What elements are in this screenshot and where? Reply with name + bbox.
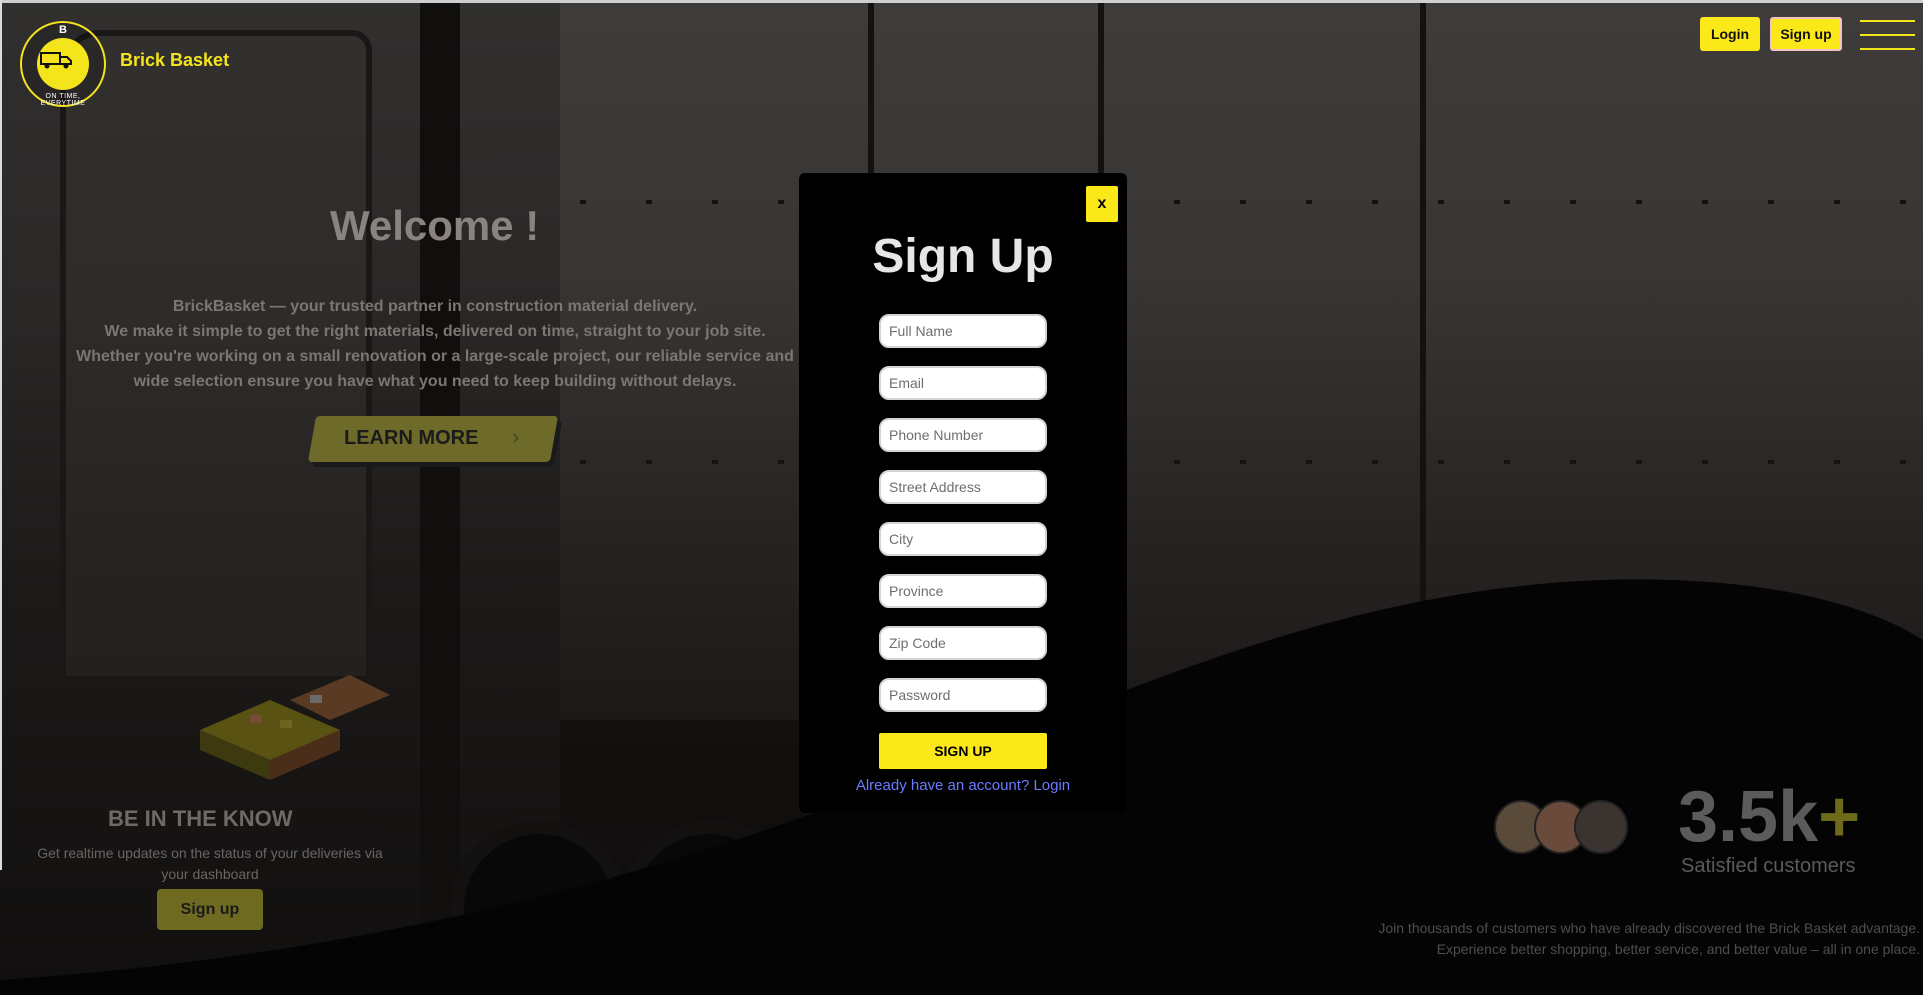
hamburger-menu-icon[interactable] xyxy=(1860,18,1915,52)
zip-code-input[interactable] xyxy=(879,626,1047,660)
hero-description: BrickBasket — your trusted partner in co… xyxy=(20,294,850,394)
signup-modal: x Sign Up SIGN UP Already have an accoun… xyxy=(799,173,1127,813)
close-button[interactable]: x xyxy=(1086,186,1118,222)
login-link[interactable]: Already have an account? Login xyxy=(799,777,1127,794)
hero-line: Whether you're working on a small renova… xyxy=(76,348,794,365)
join-text: Join thousands of customers who have alr… xyxy=(1330,918,1920,960)
hero-title: Welcome ! xyxy=(330,202,540,249)
customers-label: Satisfied customers xyxy=(1681,855,1856,877)
hero-line: wide selection ensure you have what you … xyxy=(133,373,737,390)
join-line: Experience better shopping, better servi… xyxy=(1436,941,1920,957)
brand-logo[interactable]: B ON TIME, EVERYTIME xyxy=(20,21,106,107)
logo-letter: B xyxy=(59,24,67,36)
menu-line xyxy=(1860,34,1915,36)
join-line: Join thousands of customers who have alr… xyxy=(1378,920,1920,936)
menu-line xyxy=(1860,20,1915,22)
know-signup-button[interactable]: Sign up xyxy=(157,889,263,930)
hero-line: BrickBasket — your trusted partner in co… xyxy=(172,298,698,315)
dashboard-illustration xyxy=(200,675,390,780)
browser-top-edge xyxy=(0,0,1923,3)
know-title: BE IN THE KNOW xyxy=(108,806,293,831)
phone-input[interactable] xyxy=(879,418,1047,452)
avatar xyxy=(1574,800,1628,854)
header-signup-button[interactable]: Sign up xyxy=(1770,17,1842,51)
know-description: Get realtime updates on the status of yo… xyxy=(37,845,383,882)
street-address-input[interactable] xyxy=(879,470,1047,504)
brand-name[interactable]: Brick Basket xyxy=(120,50,229,71)
modal-title: Sign Up xyxy=(872,230,1054,283)
signup-submit-button[interactable]: SIGN UP xyxy=(879,733,1047,769)
city-input[interactable] xyxy=(879,522,1047,556)
password-input[interactable] xyxy=(879,678,1047,712)
province-input[interactable] xyxy=(879,574,1047,608)
logo-tagline: ON TIME, EVERYTIME xyxy=(40,93,86,107)
customers-count: 3.5k+ xyxy=(1678,776,1860,858)
hero-line: We make it simple to get the right mater… xyxy=(104,323,766,340)
customer-avatars xyxy=(1494,800,1634,856)
header-login-button[interactable]: Login xyxy=(1700,17,1760,51)
email-input[interactable] xyxy=(879,366,1047,400)
full-name-input[interactable] xyxy=(879,314,1047,348)
customers-number: 3.5k xyxy=(1678,777,1819,857)
learn-more-label: LEARN MORE xyxy=(344,427,479,449)
page-left-edge xyxy=(0,0,2,870)
menu-line xyxy=(1860,48,1915,50)
customers-plus: + xyxy=(1818,777,1861,857)
chevron-right-icon: › xyxy=(512,424,520,449)
